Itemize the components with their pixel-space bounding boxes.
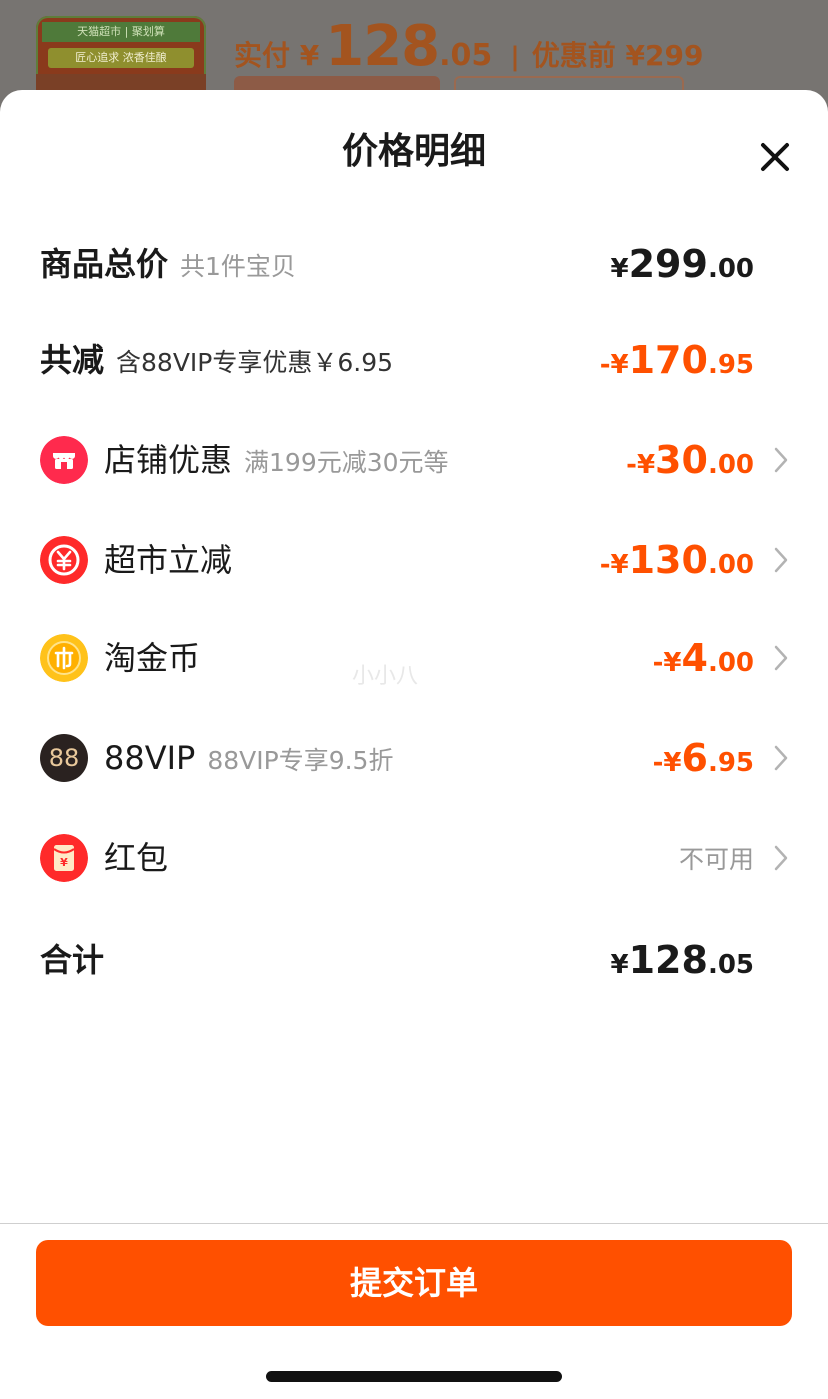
row-title: 淘金币 [104,639,201,677]
amount-integer: 170 [628,338,708,382]
close-icon[interactable] [754,136,796,178]
row-label: 88VIP 88VIP专享9.5折 [104,738,393,781]
currency-symbol: -¥ [652,748,682,778]
row-supermarket-discount[interactable]: 超市立减 -¥130.00 [0,530,828,590]
amount-integer: 4 [681,636,708,680]
home-indicator [266,1371,562,1382]
paid-integer: 128 [325,14,440,79]
row-store-discount[interactable]: 店铺优惠 满199元减30元等 -¥30.00 [0,430,828,490]
red-envelope-symbol: ¥ [60,856,68,869]
row-title: 红包 [104,839,169,877]
currency-symbol: -¥ [626,450,656,480]
chevron-right-icon[interactable] [772,844,790,872]
supermarket-discount-amount: -¥130.00 [600,536,754,592]
row-label: 超市立减 [104,540,232,580]
amount-decimal: .00 [707,550,754,580]
total-discount-amount: -¥170.95 [600,336,754,392]
store-discount-amount: -¥30.00 [626,436,754,492]
background-price: 实付 ¥ 128 .05 | 优惠前 ¥299 [234,14,704,79]
row-subtitle: 共1件宝贝 [180,252,296,281]
row-label: 商品总价 共1件宝贝 [40,244,296,287]
row-label: 共减 含88VIP专享优惠￥6.95 [40,340,393,383]
store-icon [40,436,88,484]
row-subtitle: 含88VIP专享优惠￥6.95 [116,348,394,377]
vip88-icon: 88 [40,734,88,782]
price-separator: | [510,42,520,72]
vip88-icon-text: 88 [48,744,80,772]
goods-total-amount: ¥299.00 [611,240,754,296]
thumbnail-slogan: 匠心追求 浓香佳酿 [48,48,194,68]
row-subtitle: 88VIP专享9.5折 [207,746,394,775]
chevron-right-icon[interactable] [772,546,790,574]
row-88vip[interactable]: 88 88VIP 88VIP专享9.5折 -¥6.95 [0,728,828,788]
row-title: 88VIP [104,739,196,777]
row-label: 红包 [104,838,168,878]
chevron-right-icon[interactable] [772,644,790,672]
amount-integer: 128 [628,938,708,982]
amount-decimal: .00 [707,648,754,678]
original-price: 优惠前 ¥299 [531,39,704,72]
chevron-right-icon[interactable] [772,446,790,474]
amount-decimal: .95 [707,350,754,380]
red-envelope-icon: ¥ [40,834,88,882]
row-total-discount: 共减 含88VIP专享优惠￥6.95 -¥170.95 [0,330,828,390]
row-goods-total: 商品总价 共1件宝贝 ¥299.00 [0,234,828,294]
currency-symbol: -¥ [652,648,682,678]
currency-symbol: ¥ [610,950,629,980]
yuan-coin-icon [40,536,88,584]
amount-integer: 30 [655,438,708,482]
watermark: 小小八 [352,664,419,689]
footer-divider [0,1223,828,1224]
paid-decimal: .05 [439,38,493,73]
currency-symbol: ¥ [610,254,629,284]
vip88-amount: -¥6.95 [653,734,754,790]
red-envelope-status: 不可用 [678,845,754,874]
row-label: 店铺优惠 满199元减30元等 [104,440,449,483]
row-title: 共减 [40,341,105,379]
row-title: 超市立减 [104,541,233,579]
row-subtitle: 满199元减30元等 [244,448,449,477]
currency-symbol: -¥ [599,350,629,380]
thumbnail-banner: 天猫超市 | 聚划算 [42,22,200,42]
row-label: 淘金币 [104,638,200,678]
amount-decimal: .05 [707,950,754,980]
amount-integer: 6 [681,736,708,780]
gold-coin-icon [40,634,88,682]
price-detail-sheet: 价格明细 商品总价 共1件宝贝 ¥299.00 共减 含88VIP专享优惠￥6.95… [0,90,828,1399]
taojinbi-amount: -¥4.00 [653,634,754,690]
amount-decimal: .95 [707,748,754,778]
chevron-right-icon[interactable] [772,744,790,772]
amount-decimal: .00 [707,450,754,480]
row-title: 合计 [40,941,105,979]
currency-symbol: -¥ [599,550,629,580]
sheet-title: 价格明细 [341,131,486,172]
grand-total-amount: ¥128.05 [611,936,754,992]
amount-integer: 130 [628,538,708,582]
row-label: 合计 [40,940,104,980]
paid-label: 实付 ¥ [234,39,320,72]
row-grand-total: 合计 ¥128.05 [0,930,828,990]
amount-decimal: .00 [707,254,754,284]
row-red-envelope[interactable]: ¥ 红包 不可用 [0,828,828,888]
amount-integer: 299 [628,242,708,286]
row-title: 店铺优惠 [104,441,233,479]
submit-order-button[interactable]: 提交订单 [36,1240,792,1326]
row-title: 商品总价 [40,245,169,283]
